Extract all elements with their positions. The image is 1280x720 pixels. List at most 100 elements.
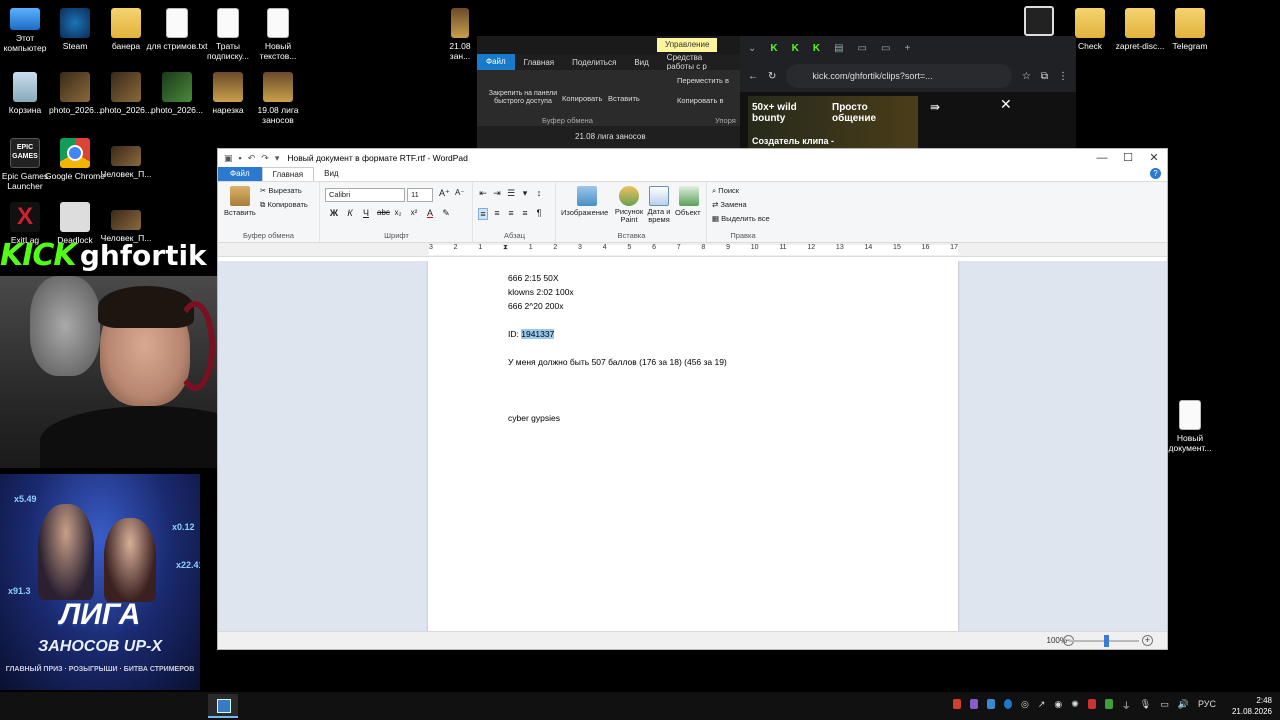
desktop-icon-telegram[interactable]: Telegram [1159,8,1221,51]
font-name-select[interactable]: Calibri [325,188,405,202]
justify-icon[interactable]: ≡ [520,208,530,220]
increase-indent-icon[interactable]: ⇥ [492,188,502,199]
paste-button[interactable]: Вставить [608,94,640,103]
zoom-in-icon[interactable]: + [1142,635,1153,646]
ruler-indent-marker[interactable]: ⧗ [503,244,508,252]
tray-app-icon[interactable]: ◉ [1054,699,1062,712]
wordpad-window[interactable]: ▣ ▪ ↶ ↷ ▾ Новый документ в формате RTF.r… [217,148,1168,650]
network-icon[interactable]: ▭ [1160,699,1169,712]
tray-app-icon[interactable]: ↗ [1038,699,1046,712]
document-line[interactable]: klowns 2:02 100x [508,287,574,297]
language-indicator[interactable]: РУС [1198,699,1216,712]
align-right-icon[interactable]: ≡ [506,208,516,220]
find-button[interactable]: ⌕ Поиск [712,186,739,196]
nvidia-icon[interactable] [1104,699,1113,709]
document-line-id[interactable]: ID: 1941337 [508,329,555,339]
volume-icon[interactable]: 🔊 [1178,699,1189,712]
kick-tab-active[interactable]: K [792,43,799,54]
manage-tab[interactable]: Управление [657,38,718,52]
close-button[interactable]: ✕ [1141,149,1167,167]
tray-app-icon[interactable] [969,699,978,709]
insert-image-button[interactable]: Изображение [561,208,608,217]
move-to-button[interactable]: Переместить в [677,76,729,85]
align-left-icon[interactable]: ≡ [478,208,488,220]
tab-home[interactable]: Главная [515,58,563,67]
desktop-icon-new-text[interactable]: Новый текстов... [247,8,309,61]
file-explorer-window[interactable]: Управление Файл Главная Поделиться Вид С… [477,36,740,154]
star-icon[interactable]: ☆ [1022,71,1031,82]
paste-button[interactable]: Вставить [224,208,256,217]
pin-quick-access-button[interactable]: Закрепить на панели быстрого доступа [481,90,565,106]
superscript-icon[interactable]: x² [409,208,419,219]
insert-object-button[interactable]: Объект [675,208,701,217]
expand-icon[interactable]: ⇛ [930,100,940,114]
tab-share[interactable]: Поделиться [563,58,625,67]
desktop-icon-video-1[interactable]: Человек_П... [95,146,157,179]
ruler[interactable]: 3 2 1 ⧗ 1 2 3 4 5 6 7 8 9 10 11 12 13 14 15 16 17 [218,243,1167,257]
microphone-icon[interactable]: 🎙 [1140,699,1151,712]
browser-window[interactable]: ⌄ K K K ▤ ▭ ▭ + ← ↻ kick.com/ghfortik/cl… [740,36,1076,152]
explorer-address-bar[interactable]: 21.08 лига заносов [477,126,740,148]
tray-app-icon[interactable] [952,699,961,709]
line-spacing-icon[interactable]: ↕ [534,188,544,199]
tab-view[interactable]: Вид [625,58,657,67]
help-icon[interactable]: ? [1150,168,1161,179]
strikethrough-icon[interactable]: abc [377,208,390,219]
tab-home[interactable]: Главная [261,167,315,181]
italic-icon[interactable]: К [345,208,355,219]
redo-icon[interactable]: ↷ [261,153,269,164]
usb-icon[interactable]: ⏚ [1122,699,1131,712]
taskbar-wordpad-button[interactable] [208,694,238,718]
clock[interactable]: 2:48 21.08.2026 [1232,695,1272,717]
insert-datetime-button[interactable]: Дата и время [646,208,672,224]
back-icon[interactable]: ← [748,71,758,82]
kick-tab[interactable]: K [770,43,777,54]
tray-app-icon[interactable] [1087,699,1096,709]
font-color-icon[interactable]: A [425,208,435,219]
extensions-icon[interactable]: ⧉ [1041,71,1048,82]
wordpad-titlebar[interactable]: ▣ ▪ ↶ ↷ ▾ Новый документ в формате RTF.r… [218,149,1167,167]
font-size-select[interactable]: 11 [407,188,433,202]
tab-view[interactable]: Вид [314,167,348,181]
copy-to-button[interactable]: Копировать в [677,96,723,105]
replace-button[interactable]: ⇄ Замена [712,200,747,209]
align-center-icon[interactable]: ≡ [492,208,502,220]
tab-file[interactable]: Файл [218,167,262,181]
document-line[interactable]: 666 2^20 200x [508,301,564,311]
select-all-button[interactable]: ▦ Выделить все [712,214,770,223]
document-line[interactable]: cyber gypsies [508,413,560,423]
new-tab-icon[interactable]: + [904,43,910,54]
underline-icon[interactable]: Ч [361,208,371,219]
list-dropdown-icon[interactable]: ▾ [520,188,530,199]
save-icon[interactable]: ▪ [239,153,242,164]
shrink-font-icon[interactable]: A⁻ [455,188,465,197]
cut-button[interactable]: ✂ Вырезать [260,186,302,195]
maximize-button[interactable]: ☐ [1115,149,1141,167]
browser-tab[interactable]: ▭ [858,43,867,54]
minimize-button[interactable]: — [1089,149,1115,167]
selected-id-text[interactable]: 1941337 [521,329,555,339]
tray-app-icon[interactable]: ✺ [1071,699,1079,712]
document-page[interactable]: 666 2:15 50X klowns 2:02 100x 666 2^20 2… [428,261,958,633]
document-line[interactable]: 666 2:15 50X [508,273,559,283]
discord-icon[interactable]: ◎ [1021,699,1029,712]
paragraph-dialog-icon[interactable]: ¶ [534,208,544,220]
explorer-titlebar[interactable]: Управление [477,36,740,54]
grow-font-icon[interactable]: A⁺ [439,188,450,199]
copy-button[interactable]: ⧉ Копировать [260,200,308,210]
bold-icon[interactable]: Ж [329,208,339,219]
customize-icon[interactable]: ▾ [275,153,280,164]
address-bar[interactable]: kick.com/ghfortik/clips?sort=... [786,64,1012,88]
desktop-icon-1908-folder[interactable]: 19.08 лига заносов [247,72,309,125]
tray-app-icon[interactable] [1003,699,1012,709]
zoom-slider-thumb[interactable] [1104,635,1109,647]
copy-button[interactable]: Копировать [562,94,602,103]
desktop-icon-new-document[interactable]: Новый документ... [1159,400,1221,453]
subscript-icon[interactable]: x₂ [393,208,403,219]
browser-tab[interactable]: ▭ [881,43,890,54]
undo-icon[interactable]: ↶ [248,153,256,164]
tray-app-icon[interactable] [986,699,995,709]
browser-tab[interactable]: ▤ [834,43,843,54]
reload-icon[interactable]: ↻ [768,71,776,82]
list-icon[interactable]: ☰ [506,188,516,199]
